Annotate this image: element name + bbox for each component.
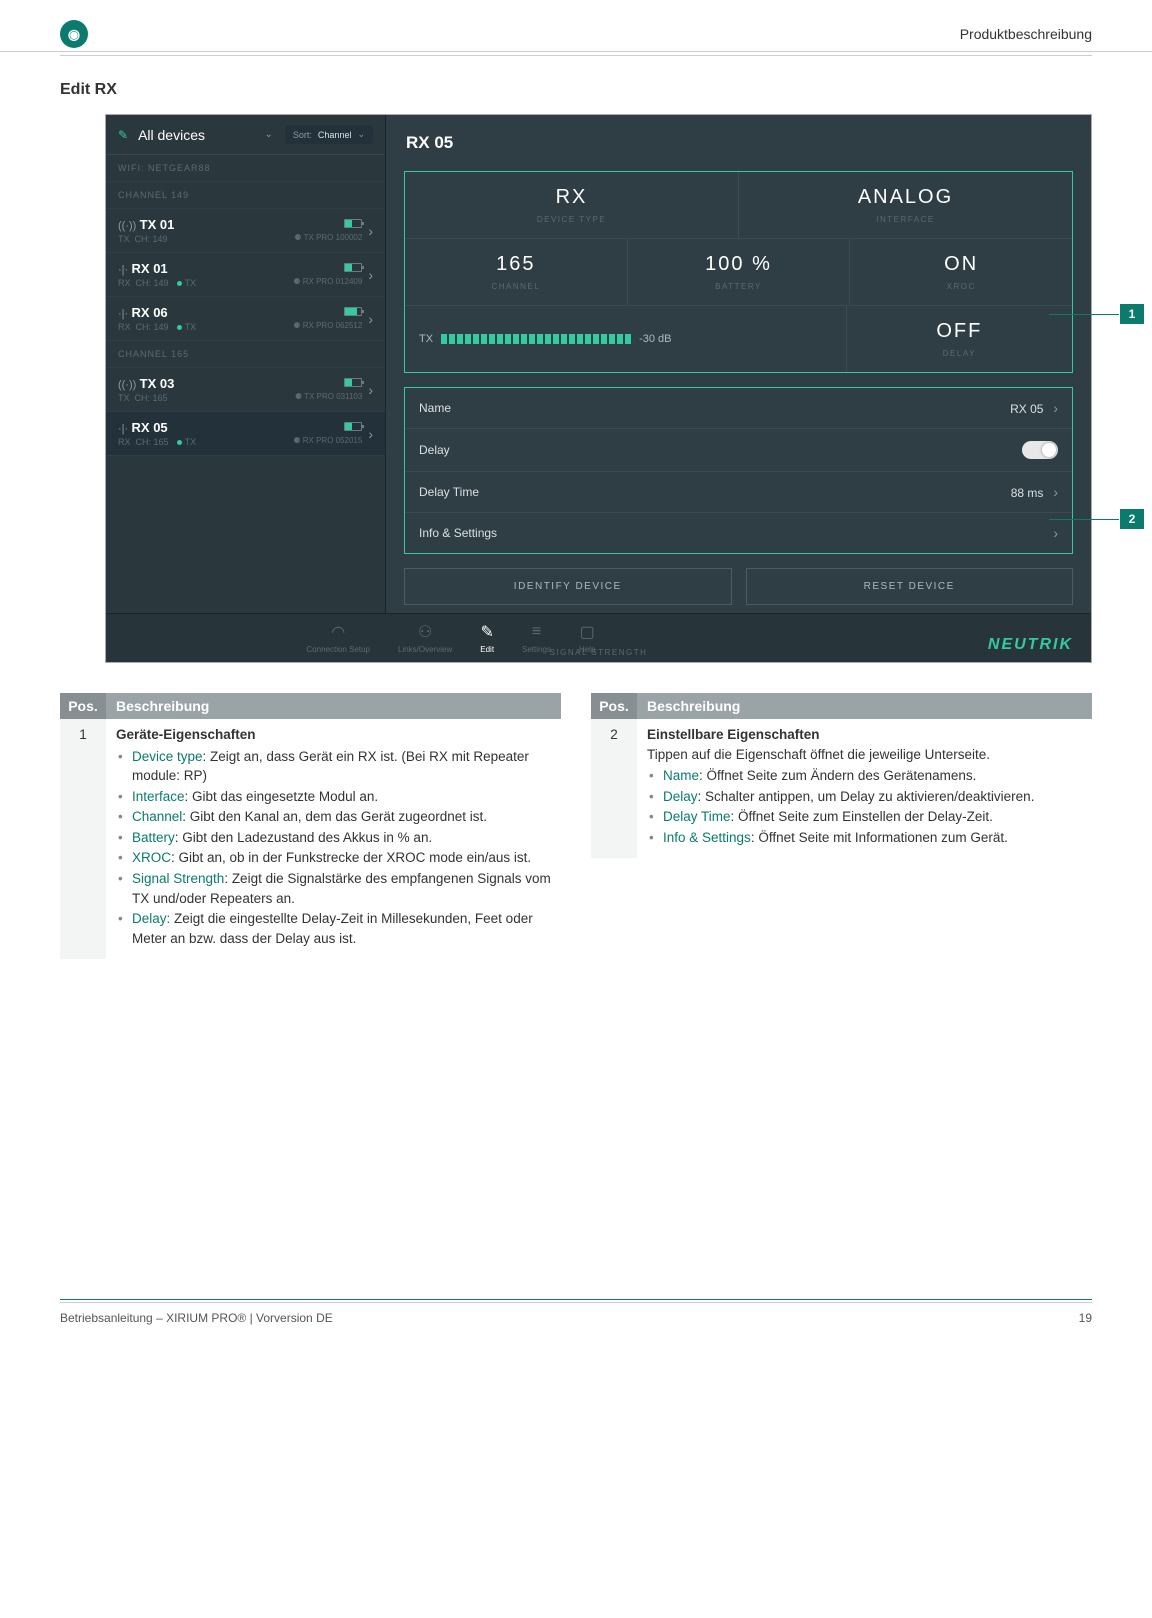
device-type-icon: ·|· [118,308,128,320]
device-row[interactable]: ((·)) TX 01 TX CH: 149 ⚈ TX PRO 100002 › [106,209,385,253]
device-detail-panel: RX 05 RXDEVICE TYPE ANALOGINTERFACE 165C… [386,115,1091,613]
battery-icon [344,378,362,387]
device-sidebar: ✎ All devices ⌄ Sort: Channel ⌄ WIFI: NE… [106,115,386,613]
device-type-icon: ·|· [118,264,128,276]
chevron-right-icon: › [1049,400,1058,416]
doc-section-label: Produktbeschreibung [960,26,1092,42]
device-row[interactable]: ·|· RX 06 RX CH: 149 TX ⚈ RX PRO 062512 … [106,297,385,341]
channel-group-label: CHANNEL 149 [106,182,385,209]
prop-delay: OFFDELAY [847,306,1072,372]
identify-device-button[interactable]: IDENTIFY DEVICE [404,568,732,605]
setting-name-row[interactable]: Name RX 05 › [405,388,1072,429]
page-number: 19 [1079,1311,1092,1325]
device-type-icon: ((·)) [118,220,136,232]
description-table-2: Pos.Beschreibung 2 Einstellbare Eigensch… [591,693,1092,959]
link-icon: ⚈ [295,392,302,401]
footer-text: Betriebsanleitung – XIRIUM PRO® | Vorver… [60,1311,333,1325]
app-screenshot: ✎ All devices ⌄ Sort: Channel ⌄ WIFI: NE… [105,114,1092,663]
device-properties-grid: RXDEVICE TYPE ANALOGINTERFACE 165CHANNEL… [404,171,1073,373]
chevron-right-icon: › [368,382,373,398]
device-type-icon: ((·)) [118,379,136,391]
callout-2: 2 [1120,509,1144,529]
device-row[interactable]: ·|· RX 01 RX CH: 149 TX ⚈ RX PRO 012409 … [106,253,385,297]
wifi-icon: ◠ [306,622,370,642]
channel-group-label: CHANNEL 165 [106,341,385,368]
device-title: RX 05 [404,127,1073,159]
page-footer: Betriebsanleitung – XIRIUM PRO® | Vorver… [60,1299,1092,1325]
prop-interface: ANALOGINTERFACE [739,172,1072,238]
help-icon: ▢ [579,622,595,642]
device-type-icon: ·|· [118,423,128,435]
chevron-right-icon: › [368,223,373,239]
chevron-down-icon: ⌄ [357,129,365,140]
device-row[interactable]: ((·)) TX 03 TX CH: 165 ⚈ TX PRO 031103 › [106,368,385,412]
link-icon: ⚈ [293,436,300,445]
chevron-right-icon: › [1053,525,1058,541]
setting-delaytime-row[interactable]: Delay Time 88 ms › [405,472,1072,513]
brand-logo-icon: ◉ [60,20,88,48]
prop-signal-strength: TX -30 dB SIGNAL STRENGTH [405,306,847,372]
description-table-1: Pos.Beschreibung 1 Geräte-Eigenschaften … [60,693,561,959]
wifi-label: WIFI: NETGEAR88 [106,155,385,182]
chevron-right-icon: › [1049,484,1058,500]
sort-dropdown[interactable]: Sort: Channel ⌄ [285,125,373,144]
sliders-icon: ≡ [522,622,551,642]
chevron-right-icon: › [368,426,373,442]
edit-icon: ✎ [480,622,494,642]
section-title: Edit RX [60,81,1152,99]
battery-icon [344,307,362,316]
link-icon: ⚈ [293,277,300,286]
page-header: ◉ Produktbeschreibung [0,20,1152,52]
prop-device-type: RXDEVICE TYPE [405,172,739,238]
chevron-right-icon: › [368,311,373,327]
device-settings-list: Name RX 05 › Delay Delay Time 88 ms › In… [404,387,1073,554]
setting-info-row[interactable]: Info & Settings › [405,513,1072,553]
chevron-right-icon: › [368,267,373,283]
battery-icon [344,422,362,431]
device-filter-label: All devices [138,127,205,143]
prop-battery: 100 %BATTERY [628,239,851,305]
battery-icon [344,263,362,272]
links-icon: ⚇ [398,622,452,642]
sidebar-header[interactable]: ✎ All devices ⌄ Sort: Channel ⌄ [106,115,385,155]
callout-1: 1 [1120,304,1144,324]
setting-delay-row[interactable]: Delay [405,429,1072,472]
edit-icon: ✎ [118,128,128,142]
prop-xroc: ONXROC [850,239,1072,305]
signal-bar-icon [441,334,631,344]
delay-toggle[interactable] [1022,441,1058,459]
battery-icon [344,219,362,228]
link-icon: ⚈ [294,233,301,242]
prop-channel: 165CHANNEL [405,239,628,305]
chevron-down-icon: ⌄ [265,129,273,140]
reset-device-button[interactable]: RESET DEVICE [746,568,1074,605]
device-row[interactable]: ·|· RX 05 RX CH: 165 TX ⚈ RX PRO 052015 … [106,412,385,456]
link-icon: ⚈ [293,321,300,330]
